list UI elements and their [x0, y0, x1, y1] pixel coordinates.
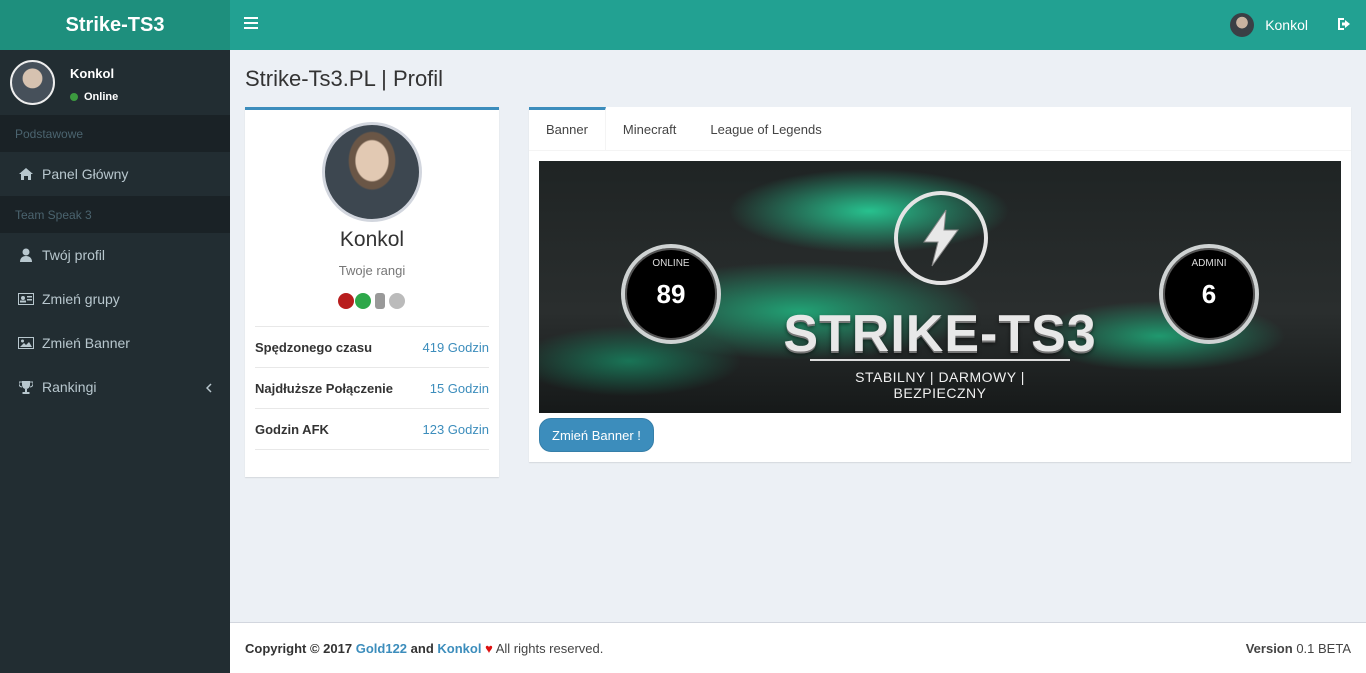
stat-label: Spędzonego czasu [255, 339, 373, 355]
change-banner-button[interactable]: Zmień Banner ! [539, 418, 654, 452]
sidebar-item-label: Zmień grupy [42, 291, 120, 307]
sidebar-section-header: Team Speak 3 [0, 196, 230, 233]
tab-nav: Banner Minecraft League of Legends [529, 107, 1351, 151]
sidebar-item-twoj-profil[interactable]: Twój profil [0, 233, 230, 277]
sidebar-item-panel-glowny[interactable]: Panel Główny [0, 152, 230, 196]
chevron-left-icon [205, 380, 212, 396]
profile-name: Konkol [339, 228, 405, 251]
sign-out-icon[interactable] [1336, 16, 1352, 32]
author-link-konkol[interactable]: Konkol [437, 641, 481, 656]
tab-minecraft[interactable]: Minecraft [606, 107, 693, 151]
avatar [1230, 13, 1255, 37]
header-username: Konkol [1265, 17, 1308, 33]
version-value: 0.1 BETA [1296, 641, 1351, 656]
trophy-icon [18, 380, 34, 394]
sidebar-item-label: Zmień Banner [42, 335, 130, 351]
tab-league-of-legends[interactable]: League of Legends [693, 107, 838, 151]
sidebar-item-label: Twój profil [42, 247, 106, 263]
sidebar-section-header: Podstawowe [0, 115, 230, 152]
sidebar-user-panel: Konkol Online [0, 50, 230, 115]
stat-value: 15 Godzin [429, 380, 489, 396]
stat-label: Godzin AFK [255, 421, 329, 437]
menu-toggle-icon[interactable] [244, 17, 258, 33]
footer-version: Version 0.1 BETA [1246, 641, 1351, 656]
image-icon [18, 336, 34, 350]
and-text: and [410, 641, 434, 656]
rank-bolt-icon [355, 293, 371, 309]
server-banner-image: ONLINE 89 ADMINI 6 STRIKE-TS3 STABILNY |… [539, 161, 1341, 413]
user-rank-icon [389, 293, 405, 309]
user-menu[interactable]: Konkol [1230, 13, 1308, 37]
page-title: Strike-Ts3.PL | Profil [245, 66, 444, 91]
stat-value: 419 Godzin [422, 339, 490, 355]
banner-tagline: STABILNY | DARMOWY | BEZPIECZNY [855, 369, 1025, 401]
profile-subtitle: Twoje rangi [338, 263, 406, 278]
sidebar-item-zmien-grupy[interactable]: Zmień grupy [0, 277, 230, 321]
profile-avatar [322, 122, 422, 222]
footer: Copyright © 2017 Gold122 and Konkol ♥ Al… [230, 622, 1366, 673]
profile-card: Konkol Twoje rangi Spędzonego czasu 419 … [245, 107, 499, 477]
copyright-text: Copyright © 2017 [245, 641, 353, 656]
lightning-logo-icon [894, 191, 988, 285]
sidebar-username: Konkol [70, 66, 115, 81]
rank-g-icon [338, 293, 354, 309]
online-label: ONLINE [652, 258, 690, 269]
rank-icons [338, 293, 405, 309]
sidebar-item-zmien-banner[interactable]: Zmień Banner [0, 321, 230, 365]
sidebar-item-label: Rankingi [42, 379, 97, 395]
status-online: Online [70, 91, 118, 103]
tab-banner[interactable]: Banner [529, 107, 606, 151]
status-dot-icon [70, 93, 78, 101]
home-icon [18, 167, 34, 181]
version-label: Version [1245, 641, 1293, 656]
avatar [10, 60, 55, 105]
id-card-icon [18, 292, 34, 306]
list-item: Godzin AFK 123 Godzin [255, 409, 489, 450]
sidebar-item-label: Panel Główny [42, 166, 129, 182]
user-icon [18, 248, 34, 262]
profile-stats-list: Spędzonego czasu 419 Godzin Najdłuższe P… [255, 326, 489, 450]
banner-brand: STRIKE-TS3 [783, 305, 1097, 363]
sidebar-item-rankingi[interactable]: Rankingi [0, 365, 230, 409]
banner-tagline-rule: STABILNY | DARMOWY | BEZPIECZNY [810, 359, 1070, 401]
admins-label: ADMINI [1191, 258, 1227, 269]
app-logo[interactable]: Strike-TS3 [0, 0, 230, 50]
top-navbar: Konkol [230, 0, 1366, 50]
footer-copyright: Copyright © 2017 Gold122 and Konkol ♥ Al… [245, 641, 603, 656]
sidebar: Konkol Online Podstawowe Panel Główny Te… [0, 50, 230, 673]
list-item: Spędzonego czasu 419 Godzin [255, 327, 489, 368]
author-link-gold122[interactable]: Gold122 [356, 641, 407, 656]
heart-icon: ♥ [485, 641, 493, 656]
list-item: Najdłuższe Połączenie 15 Godzin [255, 368, 489, 409]
stat-value: 123 Godzin [422, 421, 490, 437]
rights-text: All rights reserved. [495, 641, 604, 656]
microphone-icon [375, 293, 385, 309]
tabs-panel: Banner Minecraft League of Legends ONLIN… [529, 107, 1351, 462]
status-label: Online [84, 91, 119, 103]
stat-label: Najdłuższe Połączenie [255, 380, 393, 396]
